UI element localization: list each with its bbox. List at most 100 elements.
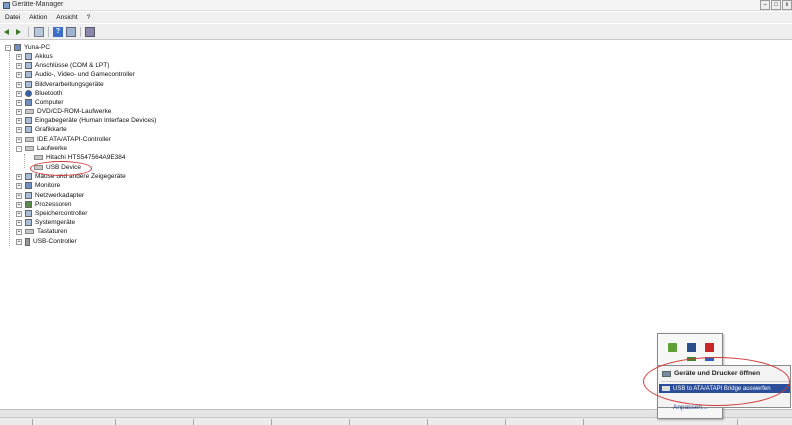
tree-node-system-devices[interactable]: + Systemgeräte xyxy=(16,218,75,227)
tree-node-label: Prozessoren xyxy=(35,201,72,208)
tree-node-hid[interactable]: + Eingabegeräte (Human Interface Devices… xyxy=(16,116,156,125)
tree-node-processors[interactable]: + Prozessoren xyxy=(16,200,72,209)
expand-icon[interactable]: + xyxy=(16,136,22,143)
menu-file[interactable]: Datei xyxy=(5,12,20,23)
tree-node-graphics[interactable]: + Grafikkarte xyxy=(16,125,67,134)
help-icon[interactable]: ? xyxy=(53,27,63,37)
tree-node-label: Grafikkarte xyxy=(35,126,67,133)
status-segment xyxy=(349,419,350,425)
status-segment xyxy=(737,419,738,425)
status-segment xyxy=(32,419,33,425)
expand-icon[interactable]: + xyxy=(16,81,22,88)
collapse-icon[interactable]: - xyxy=(16,145,22,152)
tree-line xyxy=(9,50,10,246)
tree-node-label: Eingabegeräte (Human Interface Devices) xyxy=(35,117,157,124)
display-adapter-icon xyxy=(25,126,32,133)
expand-icon[interactable]: + xyxy=(16,53,22,60)
tree-node-label: DVD/CD-ROM-Laufwerke xyxy=(37,108,112,115)
tree-node-audio[interactable]: + Audio-, Video- und Gamecontroller xyxy=(16,70,135,79)
storage-controller-icon xyxy=(25,210,32,217)
tree-node-label: Speichercontroller xyxy=(35,210,88,217)
keyboard-icon xyxy=(25,229,34,234)
hid-icon xyxy=(25,117,32,124)
tree-node-label: Monitore xyxy=(35,182,61,189)
port-icon xyxy=(25,62,32,69)
tree-node-label: Bluetooth xyxy=(35,90,63,97)
collapse-icon[interactable]: - xyxy=(5,44,11,51)
tree-node-drives[interactable]: - Laufwerke xyxy=(16,144,67,153)
disk-drive-icon xyxy=(25,146,34,151)
tree-node-network[interactable]: + Netzwerkadapter xyxy=(16,191,84,200)
tree-node-label: Netzwerkadapter xyxy=(35,192,85,199)
tree-node-monitors[interactable]: + Monitore xyxy=(16,181,60,190)
tree-node-usb-controllers[interactable]: + USB-Controller xyxy=(16,237,77,246)
expand-icon[interactable]: + xyxy=(16,117,22,124)
computer-icon xyxy=(14,44,21,51)
menu-view[interactable]: Ansicht xyxy=(56,12,77,23)
forward-arrow-icon[interactable] xyxy=(14,27,24,37)
tree-node-label: Computer xyxy=(35,99,64,106)
status-segment xyxy=(505,419,506,425)
mouse-icon xyxy=(25,173,32,180)
toolbar-separator xyxy=(48,27,49,37)
view-icon[interactable] xyxy=(66,27,76,37)
tree-node-label: Systemgeräte xyxy=(35,219,76,226)
tree-node-bluetooth[interactable]: + Bluetooth xyxy=(16,89,62,98)
monitor-icon[interactable] xyxy=(687,343,696,352)
system-device-icon xyxy=(25,219,32,226)
window-controls: – □ x xyxy=(759,0,792,10)
expand-icon[interactable]: + xyxy=(16,173,22,180)
menu-action[interactable]: Aktion xyxy=(29,12,47,23)
processor-icon xyxy=(25,201,32,208)
expand-icon[interactable]: + xyxy=(16,62,22,69)
expand-icon[interactable]: + xyxy=(16,108,22,115)
speaker-icon[interactable] xyxy=(668,343,677,352)
tree-node-batteries[interactable]: + Akkus xyxy=(16,52,53,61)
tree-node-label: Audio-, Video- und Gamecontroller xyxy=(35,71,135,78)
tree-node-dvd[interactable]: + DVD/CD-ROM-Laufwerke xyxy=(16,107,111,116)
tree-node-label: Hitachi HTS547564A9E384 xyxy=(46,154,126,161)
menu-help[interactable]: ? xyxy=(87,12,91,23)
tree-node-label: Akkus xyxy=(35,53,53,60)
toolbar: ? xyxy=(0,24,792,40)
maximize-button[interactable]: □ xyxy=(771,0,781,10)
annotation-ellipse-usb-device xyxy=(30,161,92,176)
expand-icon[interactable]: + xyxy=(16,182,22,189)
expand-icon[interactable]: + xyxy=(16,210,22,217)
annotation-ellipse-context-menu xyxy=(643,357,790,406)
minimize-button[interactable]: – xyxy=(760,0,770,10)
tree-node-label: USB-Controller xyxy=(33,238,77,245)
status-segment xyxy=(193,419,194,425)
scan-hardware-icon[interactable] xyxy=(85,27,95,37)
tree-node-ports[interactable]: + Anschlüsse (COM & LPT) xyxy=(16,61,109,70)
device-manager-app-icon xyxy=(3,2,10,9)
properties-icon[interactable] xyxy=(34,27,44,37)
expand-icon[interactable]: + xyxy=(16,90,22,97)
tree-node-keyboards[interactable]: + Tastaturen xyxy=(16,227,67,236)
tree-node-storage-controllers[interactable]: + Speichercontroller xyxy=(16,209,87,218)
close-button[interactable]: x xyxy=(782,0,792,10)
alert-icon[interactable] xyxy=(705,343,714,352)
status-segment xyxy=(427,419,428,425)
tree-node-ide[interactable]: + IDE ATA/ATAPI-Controller xyxy=(16,135,111,144)
expand-icon[interactable]: + xyxy=(16,192,22,199)
tree-root-label: Yuna-PC xyxy=(24,44,51,51)
expand-icon[interactable]: + xyxy=(16,71,22,78)
expand-icon[interactable]: + xyxy=(16,228,22,235)
tree-node-imaging[interactable]: + Bildverarbeitungsgeräte xyxy=(16,80,104,89)
expand-icon[interactable]: + xyxy=(16,201,22,208)
tree-node-label: Laufwerke xyxy=(37,145,67,152)
expand-icon[interactable]: + xyxy=(16,99,22,106)
tree-node-label: Bildverarbeitungsgeräte xyxy=(35,81,104,88)
disk-drive-icon xyxy=(34,155,43,160)
expand-icon[interactable]: + xyxy=(16,238,22,245)
network-adapter-icon xyxy=(25,192,32,199)
tree-root[interactable]: - Yuna-PC xyxy=(5,43,50,52)
back-arrow-icon[interactable] xyxy=(3,27,13,37)
battery-icon xyxy=(25,53,32,60)
tree-node-computer[interactable]: + Computer xyxy=(16,98,64,107)
expand-icon[interactable]: + xyxy=(16,219,22,226)
expand-icon[interactable]: + xyxy=(16,126,22,133)
toolbar-separator xyxy=(28,27,29,37)
camera-icon xyxy=(25,81,32,88)
